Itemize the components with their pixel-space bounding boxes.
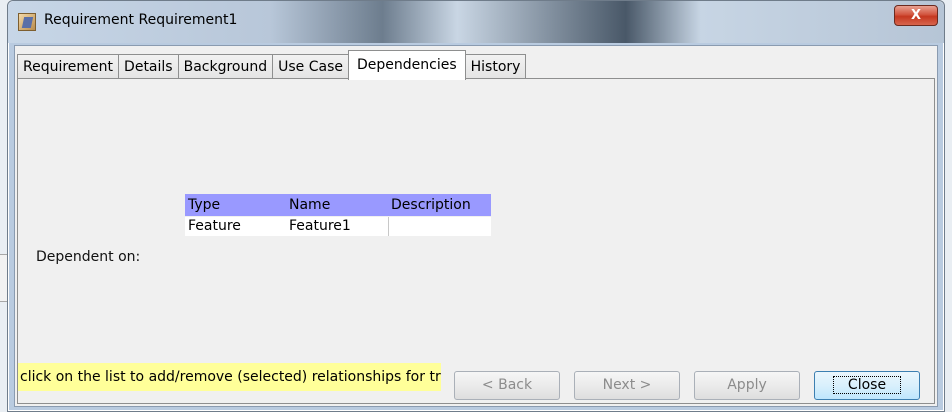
column-header-name[interactable]: Name	[286, 194, 388, 217]
column-header-type[interactable]: Type	[185, 194, 286, 217]
cell-description[interactable]	[387, 216, 491, 236]
close-button-label: Close	[832, 376, 902, 394]
hint-text: click on the list to add/remove (selecte…	[18, 363, 441, 391]
apply-button-label: Apply	[727, 377, 767, 393]
close-window-button[interactable]: X	[894, 5, 938, 26]
dependencies-panel: Dependent on: Type Name Description Feat…	[17, 78, 935, 404]
next-button-label: Next >	[602, 377, 652, 393]
window-title: Requirement Requirement1	[44, 12, 238, 28]
next-button[interactable]: Next >	[574, 371, 680, 400]
dependent-on-label: Dependent on:	[36, 249, 141, 265]
title-bar[interactable]: Requirement Requirement1 X	[8, 1, 944, 43]
cell-name[interactable]: Feature1	[286, 216, 388, 236]
table-header-row: Type Name Description	[185, 194, 491, 217]
tab-history[interactable]: History	[464, 54, 527, 80]
tab-use-case[interactable]: Use Case	[272, 54, 349, 80]
requirement-app-icon	[18, 13, 36, 31]
tab-background[interactable]: Background	[177, 54, 274, 80]
close-icon: X	[910, 8, 922, 23]
cell-type[interactable]: Feature	[185, 216, 286, 236]
tab-strip: Requirement Details Background Use Case …	[17, 50, 527, 80]
tab-details[interactable]: Details	[118, 54, 179, 80]
back-button-label: < Back	[481, 377, 533, 393]
tab-dependencies[interactable]: Dependencies	[348, 50, 466, 80]
back-button[interactable]: < Back	[454, 371, 560, 400]
dialog-client-area: Requirement Details Background Use Case …	[14, 45, 938, 407]
apply-button[interactable]: Apply	[694, 371, 800, 400]
dependencies-table[interactable]: Type Name Description Feature Feature1	[185, 194, 491, 236]
close-button[interactable]: Close	[814, 371, 920, 400]
requirement-dialog: Requirement Requirement1 X Requirement D…	[7, 0, 945, 412]
table-row[interactable]: Feature Feature1	[185, 216, 491, 236]
column-header-description[interactable]: Description	[388, 194, 491, 217]
tab-requirement[interactable]: Requirement	[17, 54, 120, 80]
